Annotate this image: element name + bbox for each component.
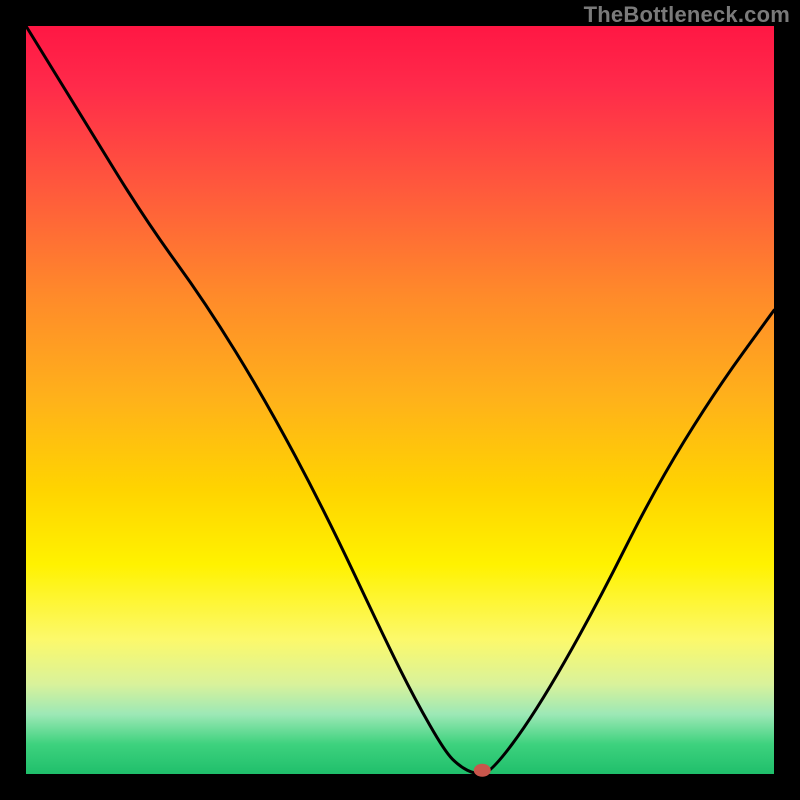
plot-area [26,26,774,774]
minimum-marker [474,764,490,776]
watermark-text: TheBottleneck.com [584,2,790,28]
bottleneck-curve-line [26,26,774,774]
chart-svg [26,26,774,774]
chart-frame: TheBottleneck.com [0,0,800,800]
